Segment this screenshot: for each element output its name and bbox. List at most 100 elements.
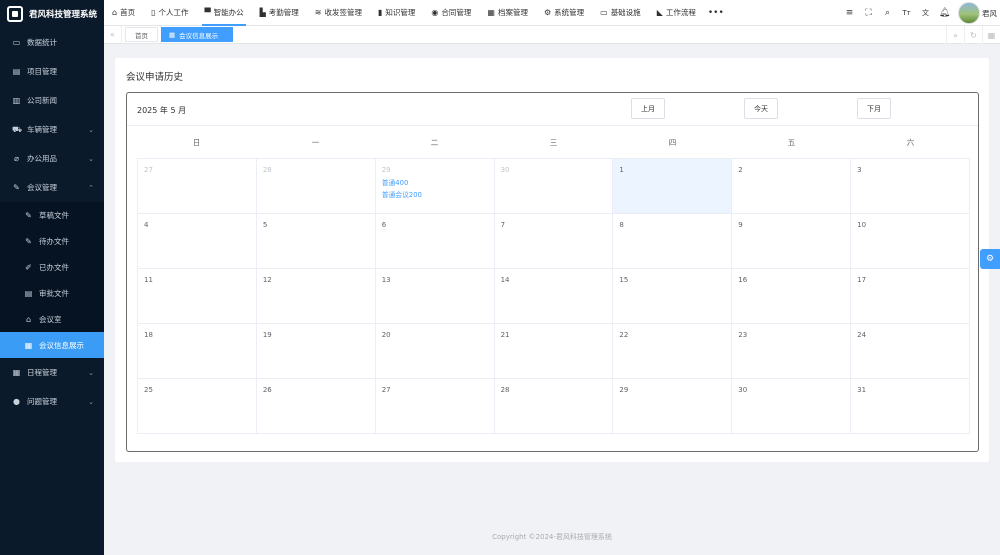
calendar-day-cell[interactable]: 30 xyxy=(732,379,852,434)
calendar-day-cell[interactable]: 26 xyxy=(256,379,376,434)
calendar-day-cell[interactable]: 6 xyxy=(375,214,495,269)
sidebar-item[interactable]: ⛟ 车辆管理 ⌄ xyxy=(0,115,104,144)
calendar-day-cell[interactable]: 25 xyxy=(138,379,257,434)
sidebar-item-label: 项目管理 xyxy=(27,67,57,76)
avatar[interactable] xyxy=(958,2,980,24)
tags-scroll-right-icon[interactable]: » xyxy=(946,26,964,44)
menu-icon[interactable]: ≡ xyxy=(840,0,859,26)
submenu-item[interactable]: ✎ 待办文件 xyxy=(0,228,104,254)
car-icon: ⛟ xyxy=(12,124,23,134)
topnav-item-label: 工作流程 xyxy=(665,8,696,17)
calendar-day-cell[interactable]: 15 xyxy=(613,269,733,324)
calendar-day-cell[interactable]: 23 xyxy=(732,324,852,379)
submenu-item[interactable]: ▦ 会议信息展示 xyxy=(0,332,104,358)
calendar-day-cell[interactable]: 30 xyxy=(494,159,614,214)
calendar-day-cell[interactable]: 19 xyxy=(256,324,376,379)
topnav-item[interactable]: ◉ 合同管理 xyxy=(423,0,479,26)
calendar-day-cell[interactable]: 1 xyxy=(613,159,733,214)
sidebar-item[interactable]: ⌀ 办公用品 ⌄ xyxy=(0,144,104,173)
calendar-day-cell[interactable]: 8 xyxy=(613,214,733,269)
topnav-item[interactable]: ▭ 基础设施 xyxy=(592,0,649,26)
day-number: 16 xyxy=(738,276,748,284)
calendar-day-cell[interactable]: 27 xyxy=(375,379,495,434)
chart-icon: ▭ xyxy=(12,38,21,47)
calendar-icon: ▦ xyxy=(12,368,21,377)
calendar-day-cell[interactable]: 3 xyxy=(851,159,970,214)
calendar-day-cell[interactable]: 9 xyxy=(732,214,852,269)
topnav-item[interactable]: ▯ 个人工作 xyxy=(143,0,196,26)
calendar-day-cell[interactable]: 28 xyxy=(494,379,614,434)
today-button[interactable]: 今天 xyxy=(744,98,778,119)
topnav-item[interactable]: ≋ 收发签管理 xyxy=(307,0,370,26)
submenu-item-label: 会议室 xyxy=(39,314,62,324)
topnav-item[interactable]: ⌂ 首页 xyxy=(104,0,143,26)
calendar-day-cell[interactable]: 24 xyxy=(851,324,970,379)
submenu-item[interactable]: ✐ 已办文件 xyxy=(0,254,104,280)
topnav-item[interactable]: ▙ 考勤管理 xyxy=(252,0,307,26)
topnav-item[interactable]: ▦ 档案管理 xyxy=(479,0,536,26)
sidebar-item[interactable]: ● 问题管理 ⌄ xyxy=(0,387,104,416)
topnav-item[interactable]: ◣ 工作流程 xyxy=(649,0,704,26)
font-size-icon[interactable]: Tт xyxy=(897,0,916,26)
sidebar-item[interactable]: ✎ 会议管理 ⌃ xyxy=(0,173,104,202)
calendar-days: 27 28 29 普通400 普通会议200 30 1 2 3 4 5 6 7 8 9 10 11 12 13 14 1… xyxy=(137,158,970,434)
next-month-button[interactable]: 下月 xyxy=(857,98,891,119)
settings-gear-icon[interactable]: ⚙ xyxy=(980,249,1000,269)
sidebar-item[interactable]: ▤ 项目管理 xyxy=(0,57,104,86)
calendar-day-cell[interactable]: 18 xyxy=(138,324,257,379)
home-icon: ⌂ xyxy=(112,8,118,17)
calendar-day-cell[interactable]: 20 xyxy=(375,324,495,379)
day-number: 29 xyxy=(619,386,629,394)
submenu-item-label: 已办文件 xyxy=(39,262,69,272)
calendar-day-cell[interactable]: 16 xyxy=(732,269,852,324)
calendar-day-cell[interactable]: 29 普通400 普通会议200 xyxy=(375,159,495,214)
user-name[interactable]: 君风 xyxy=(980,8,1000,19)
calendar-day-cell[interactable]: 12 xyxy=(256,269,376,324)
search-icon[interactable]: ⌕ xyxy=(878,0,897,26)
more-menu-button[interactable]: ••• xyxy=(704,0,728,26)
calendar-day-cell[interactable]: 31 xyxy=(851,379,970,434)
grid-icon[interactable]: ▦ xyxy=(982,26,1000,44)
prev-month-button[interactable]: 上月 xyxy=(631,98,665,119)
calendar-day-cell[interactable]: 28 xyxy=(256,159,376,214)
app-title: 君风科技管理系统 xyxy=(29,10,98,20)
sidebar-item[interactable]: ▭ 数据统计 xyxy=(0,28,104,57)
tag-current[interactable]: ▦ 会议信息展示 xyxy=(161,27,234,42)
calendar-day-cell[interactable]: 11 xyxy=(138,269,257,324)
topnav-item[interactable]: ▮ 知识管理 xyxy=(370,0,423,26)
calendar-event[interactable]: 普通会议200 xyxy=(382,189,488,201)
topnav-item[interactable]: ⚙ 系统管理 xyxy=(536,0,592,26)
day-number: 9 xyxy=(738,221,743,229)
calendar-day-cell[interactable]: 2 xyxy=(732,159,852,214)
submenu-item[interactable]: ⌂ 会议室 xyxy=(0,306,104,332)
calendar-day-cell[interactable]: 13 xyxy=(375,269,495,324)
tag-home[interactable]: 首页 xyxy=(125,27,158,42)
day-number: 20 xyxy=(381,331,391,339)
calendar-day-cell[interactable]: 27 xyxy=(138,159,257,214)
sidebar-item-label: 办公用品 xyxy=(27,154,57,163)
calendar-day-cell[interactable]: 5 xyxy=(256,214,376,269)
submenu-item-label: 草稿文件 xyxy=(39,210,69,220)
calendar-day-cell[interactable]: 10 xyxy=(851,214,970,269)
refresh-icon[interactable]: ↻ xyxy=(964,26,982,44)
sidebar-item[interactable]: ▥ 公司新闻 xyxy=(0,86,104,115)
calendar-event[interactable]: 普通400 xyxy=(382,177,488,189)
calendar-icon: ▦ xyxy=(24,340,33,350)
topnav-item-label: 合同管理 xyxy=(441,8,472,17)
fullscreen-icon[interactable]: ⛶ xyxy=(859,0,878,26)
translate-icon[interactable]: 文 xyxy=(916,0,935,26)
submenu-item[interactable]: ▤ 审批文件 xyxy=(0,280,104,306)
tags-scroll-left-icon[interactable]: « xyxy=(104,25,122,44)
sidebar-item[interactable]: ▦ 日程管理 ⌄ xyxy=(0,358,104,387)
calendar-day-cell[interactable]: 29 xyxy=(613,379,733,434)
calendar-day-cell[interactable]: 17 xyxy=(851,269,970,324)
bell-icon[interactable]: 🔔︎ xyxy=(935,0,954,26)
topnav-item[interactable]: ▀ 智能办公 xyxy=(196,0,251,26)
calendar-day-cell[interactable]: 14 xyxy=(494,269,614,324)
calendar-day-cell[interactable]: 4 xyxy=(138,214,257,269)
calendar-day-cell[interactable]: 21 xyxy=(494,324,614,379)
calendar-day-cell[interactable]: 7 xyxy=(494,214,614,269)
submenu-item[interactable]: ✎ 草稿文件 xyxy=(0,202,104,228)
app-logo[interactable]: 君风科技管理系统 xyxy=(0,0,104,28)
calendar-day-cell[interactable]: 22 xyxy=(613,324,733,379)
